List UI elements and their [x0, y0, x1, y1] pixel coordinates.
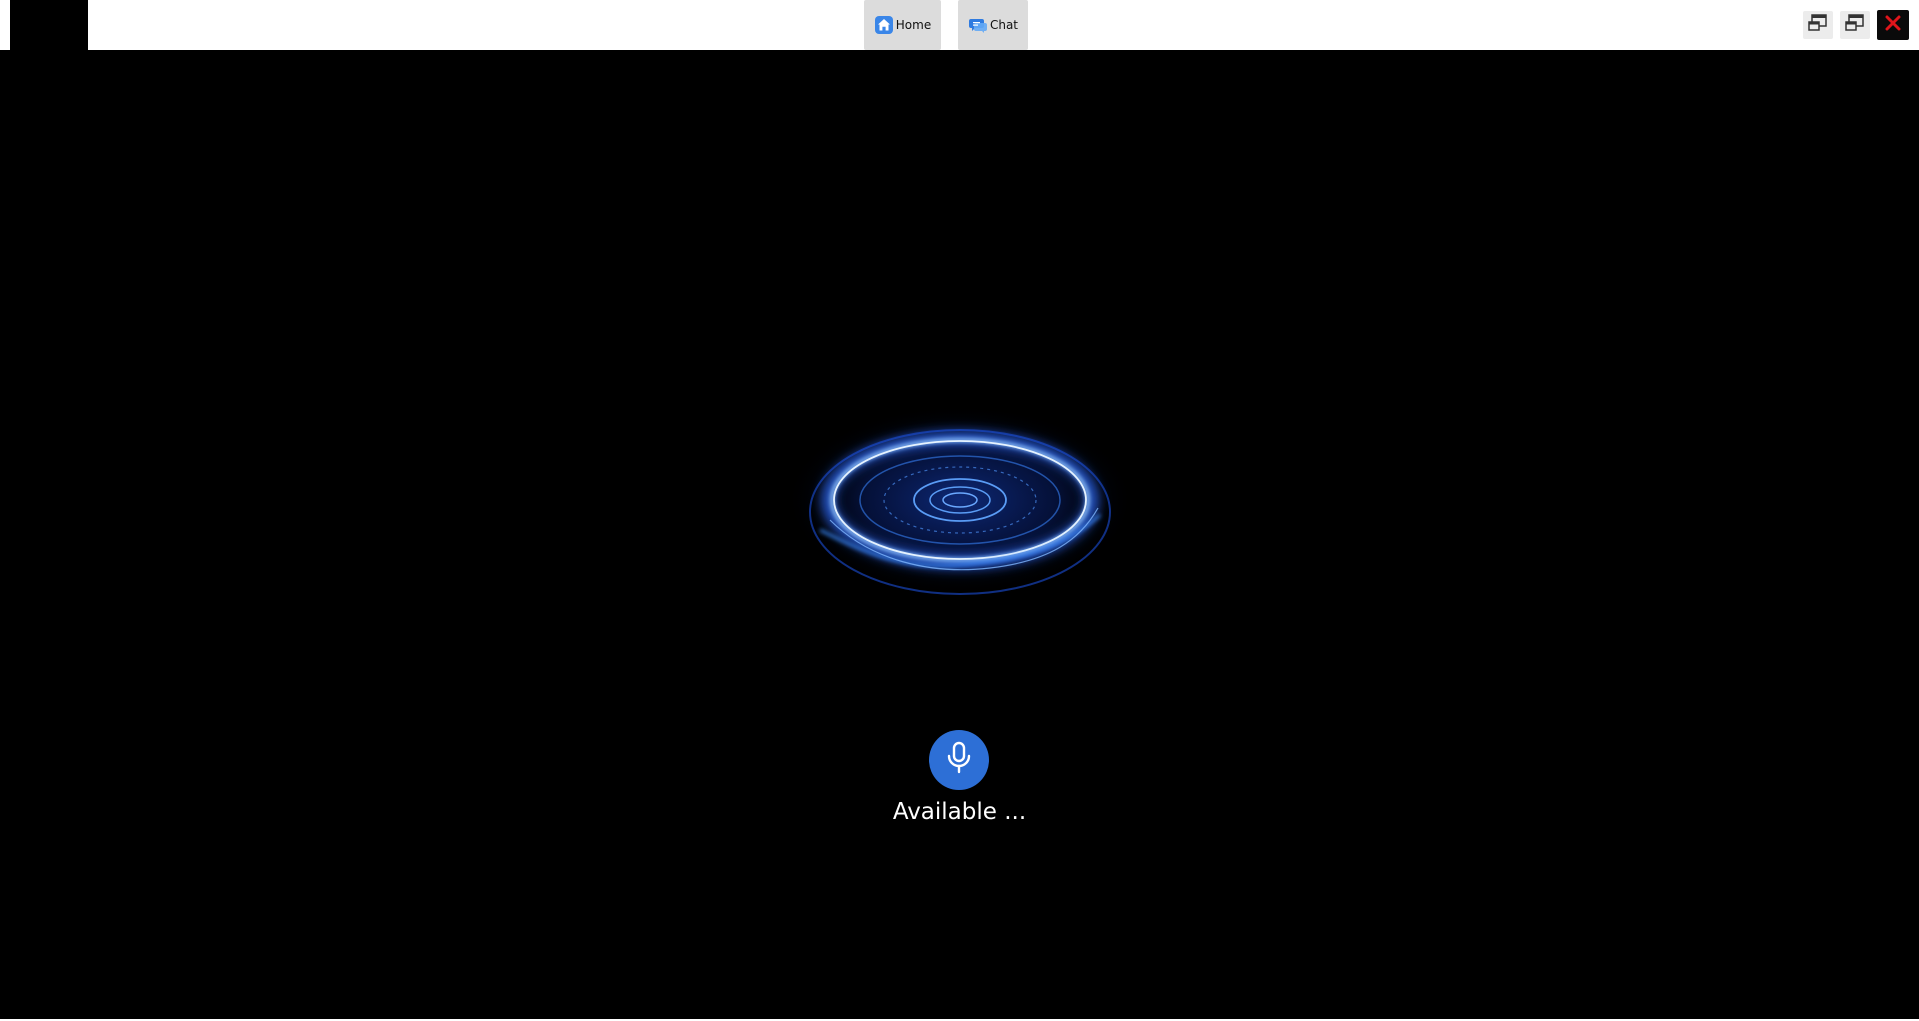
home-icon [874, 15, 894, 35]
microphone-button[interactable] [929, 730, 989, 790]
tab-home-label: Home [895, 18, 932, 32]
tab-chat[interactable]: Chat [958, 0, 1028, 50]
close-button[interactable] [1877, 10, 1909, 40]
tab-chat-label: Chat [989, 18, 1019, 32]
window-restore-button[interactable] [1803, 11, 1833, 39]
window-restore-button-2[interactable] [1840, 11, 1870, 39]
app-corner-block [10, 0, 88, 50]
window-restore-icon [1807, 13, 1829, 37]
window-restore-icon [1844, 13, 1866, 37]
glowing-blue-orb [780, 400, 1140, 620]
close-icon [1885, 15, 1901, 35]
tab-home[interactable]: Home [864, 0, 941, 50]
assistant-status-text: Available ... [892, 799, 1027, 825]
title-bar: Home Chat [0, 0, 1919, 50]
microphone-icon [944, 741, 974, 779]
chat-icon [968, 15, 988, 35]
